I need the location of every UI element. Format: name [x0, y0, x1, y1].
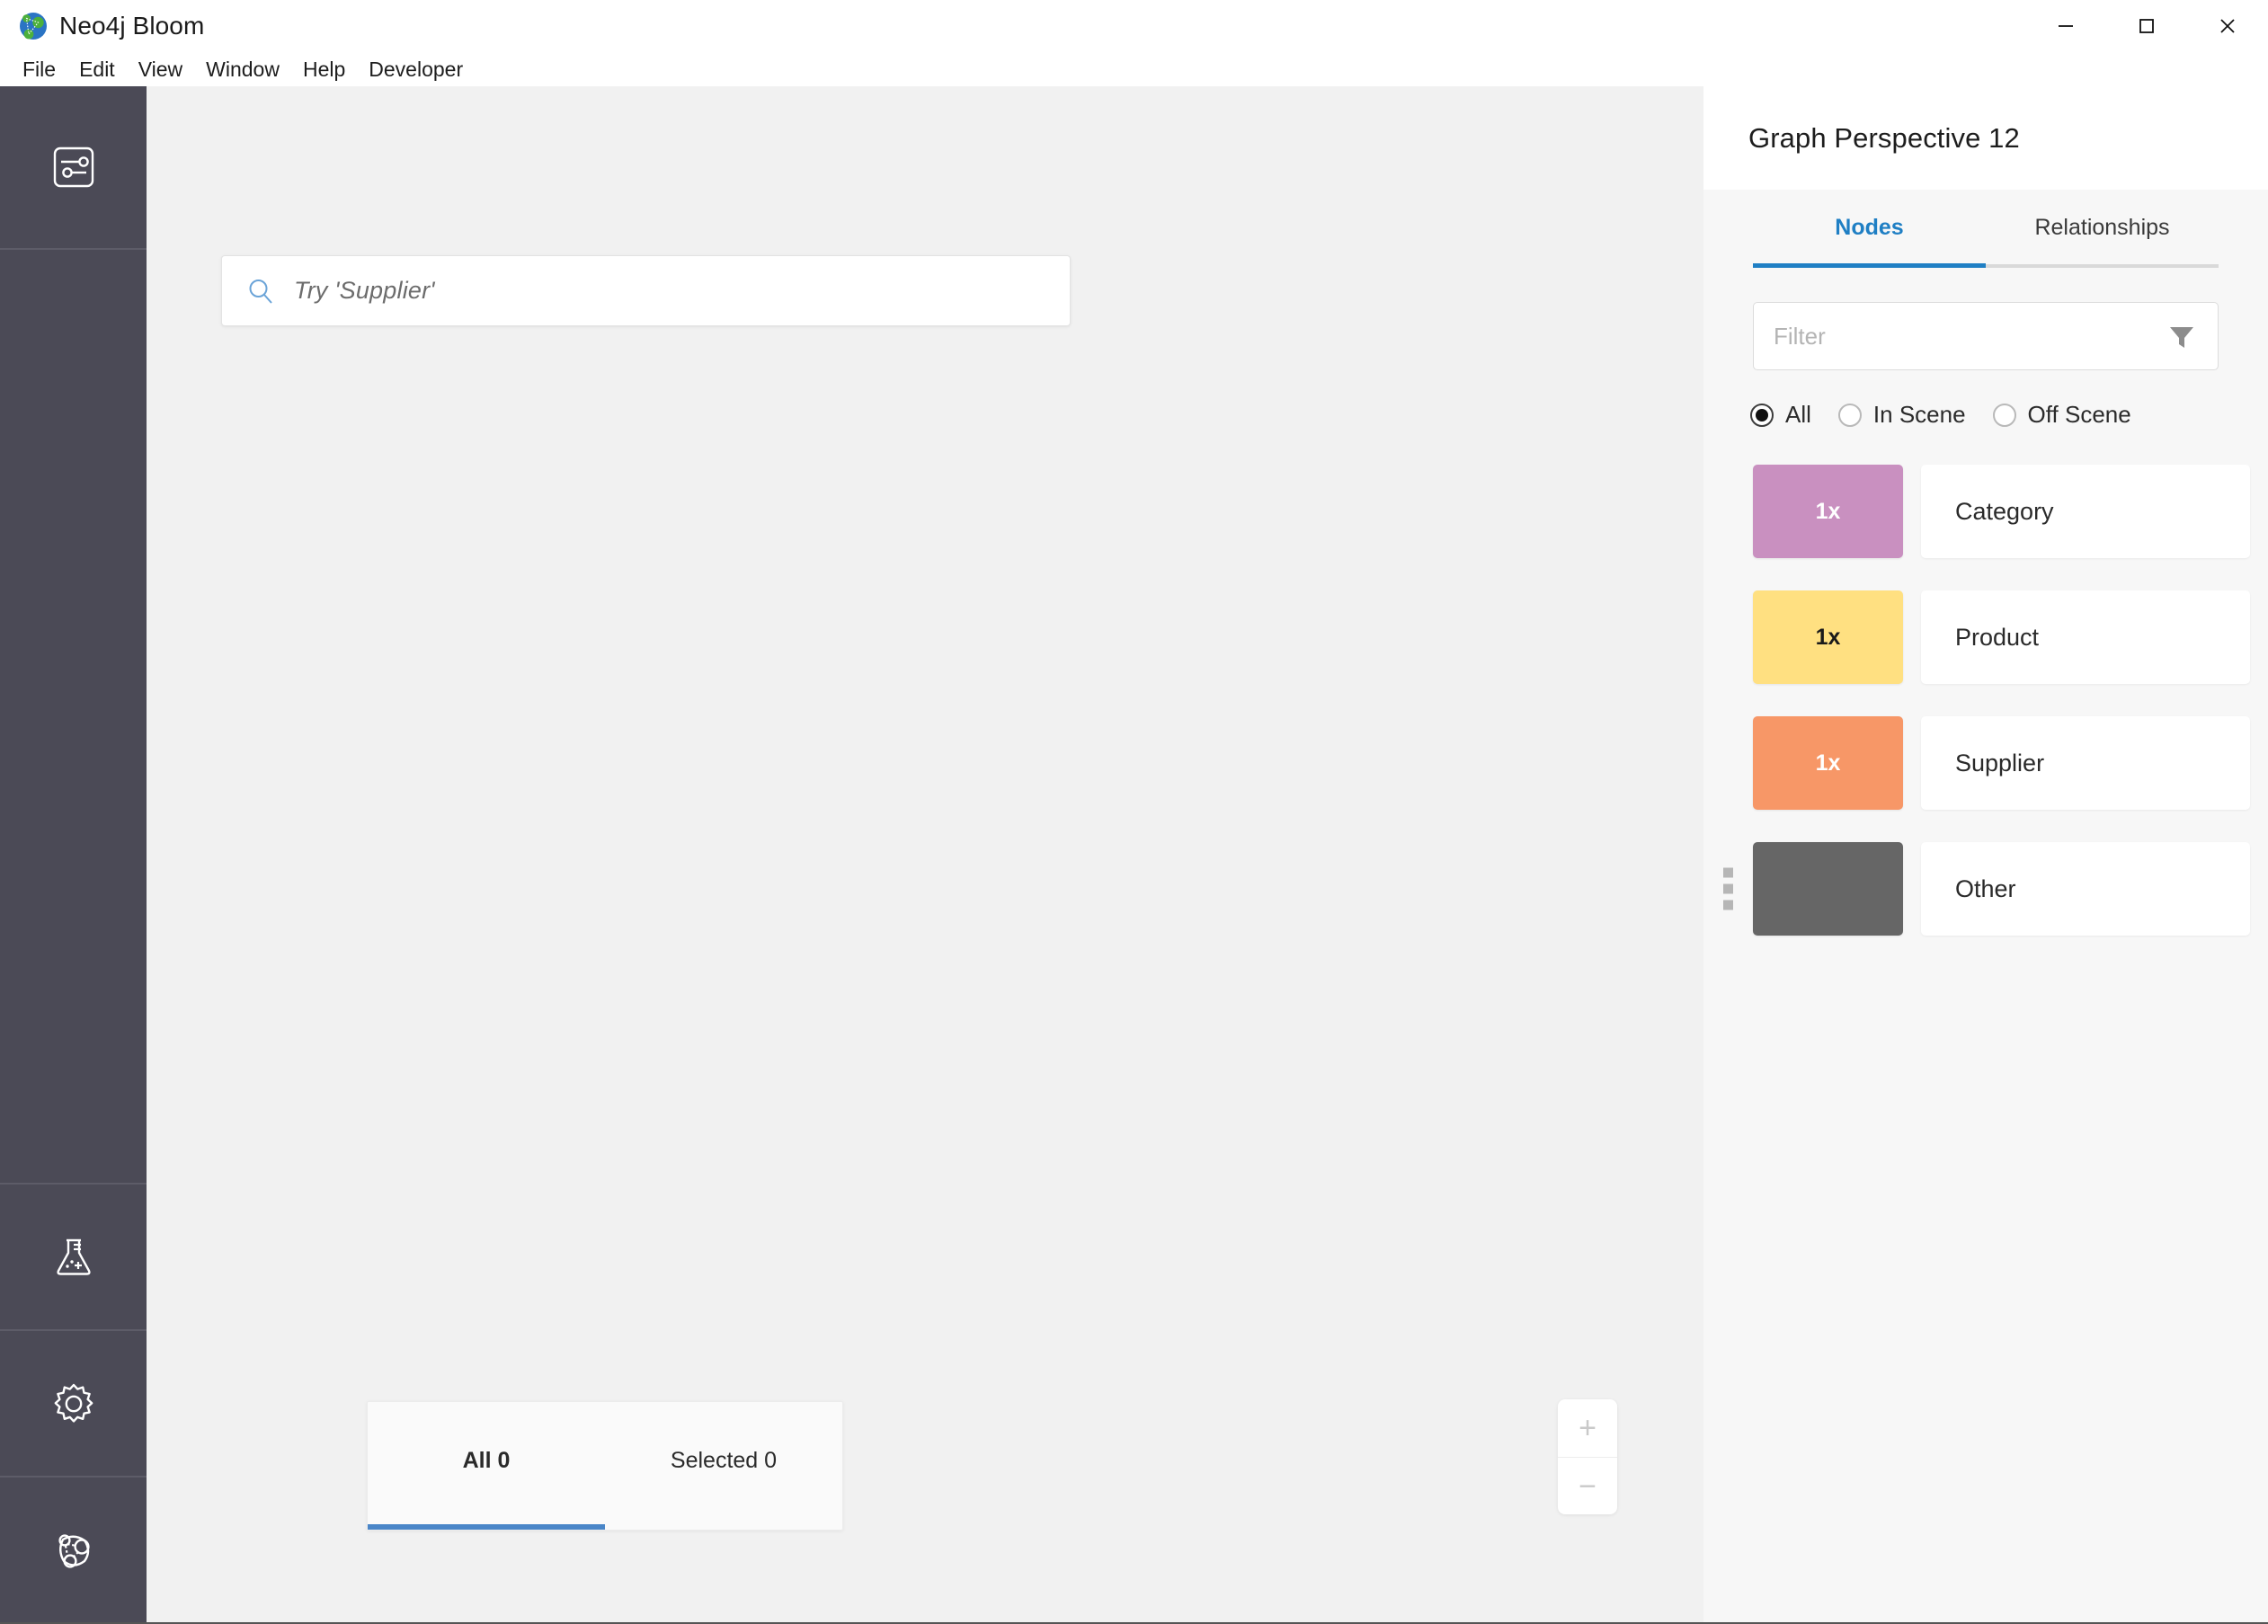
zoom-in-button[interactable]: + — [1558, 1399, 1617, 1457]
scope-radio-group: All In Scene Off Scene — [1750, 401, 2268, 429]
zoom-controls: + − — [1558, 1399, 1617, 1514]
page-title: Graph Perspective 12 — [1748, 121, 2020, 154]
list-item: 1x Product — [1703, 590, 2268, 684]
node-label-other[interactable]: Other — [1921, 842, 2250, 936]
flask-icon — [56, 1238, 91, 1275]
node-color-swatch-product[interactable]: 1x — [1753, 590, 1903, 684]
list-item: 1x Category — [1703, 465, 2268, 558]
minimize-button[interactable] — [2025, 0, 2106, 52]
list-item: 1x Supplier — [1703, 716, 2268, 810]
menu-item-developer[interactable]: Developer — [357, 55, 475, 84]
tab-all[interactable]: All 0 — [368, 1402, 605, 1530]
radio-off-scene-label: Off Scene — [2027, 401, 2131, 428]
tab-nodes[interactable]: Nodes — [1753, 215, 1986, 268]
node-label-category[interactable]: Category — [1921, 465, 2250, 558]
neo4j-logo-icon — [20, 13, 47, 40]
menu-item-view[interactable]: View — [127, 55, 194, 84]
radio-off-scene-dot — [1992, 403, 2016, 427]
maximize-icon — [2139, 19, 2154, 33]
panel-header: Graph Perspective 12 — [1703, 86, 2268, 190]
menu-item-file[interactable]: File — [11, 55, 67, 84]
tab-selected[interactable]: Selected 0 — [605, 1402, 842, 1530]
radio-all[interactable]: All — [1750, 401, 1811, 429]
window-controls — [2025, 0, 2268, 52]
search-bar[interactable]: Try 'Supplier' — [221, 255, 1071, 326]
maximize-button[interactable] — [2106, 0, 2187, 52]
tab-relationships[interactable]: Relationships — [1986, 215, 2219, 268]
filter-input[interactable]: Filter — [1774, 323, 2166, 351]
perspective-panel: Graph Perspective 12 Nodes Relationships… — [1703, 86, 2268, 1622]
radio-in-scene-label: In Scene — [1872, 401, 1966, 428]
sliders-icon — [53, 146, 93, 188]
gear-icon — [54, 1383, 93, 1423]
node-label-product[interactable]: Product — [1921, 590, 2250, 684]
zoom-out-button[interactable]: − — [1558, 1457, 1617, 1514]
minimize-icon — [2059, 25, 2073, 27]
sidebar-item-graph[interactable] — [0, 1476, 147, 1622]
canvas-status-card: All 0 Selected 0 — [367, 1401, 843, 1531]
filter-field[interactable]: Filter — [1753, 302, 2219, 370]
close-button[interactable] — [2187, 0, 2268, 52]
radio-in-scene-dot — [1837, 403, 1862, 427]
node-type-list: 1x Category 1x Product 1x Supplier Other — [1703, 465, 2268, 936]
search-icon — [249, 279, 272, 304]
panel-tabs: Nodes Relationships — [1703, 215, 2268, 268]
drag-dot — [1723, 883, 1733, 894]
app-title: Neo4j Bloom — [59, 12, 205, 40]
title-bar-left: Neo4j Bloom — [0, 11, 204, 41]
sidebar-item-experiments[interactable] — [0, 1183, 147, 1329]
sidebar-item-settings[interactable] — [0, 1329, 147, 1476]
radio-in-scene[interactable]: In Scene — [1837, 401, 1966, 429]
graph-icon — [58, 1533, 90, 1568]
node-color-swatch-supplier[interactable]: 1x — [1753, 716, 1903, 810]
drag-dot — [1723, 900, 1733, 910]
sidebar-item-perspective[interactable] — [0, 86, 147, 250]
radio-off-scene[interactable]: Off Scene — [1992, 401, 2131, 429]
left-sidebar — [0, 86, 147, 1622]
graph-canvas[interactable]: Try 'Supplier' All 0 Selected 0 + − — [147, 86, 1703, 1622]
funnel-icon[interactable] — [2166, 320, 2198, 352]
radio-all-label: All — [1785, 401, 1811, 428]
menu-item-help[interactable]: Help — [291, 55, 357, 84]
drag-handle-icon[interactable] — [1723, 867, 1733, 910]
node-color-swatch-category[interactable]: 1x — [1753, 465, 1903, 558]
list-item: Other — [1703, 842, 2268, 936]
title-bar: Neo4j Bloom — [0, 0, 2268, 52]
menu-item-edit[interactable]: Edit — [67, 55, 127, 84]
app-window: Neo4j Bloom File Edit View Window Help D… — [0, 0, 2268, 1624]
drag-dot — [1723, 867, 1733, 878]
menu-bar: File Edit View Window Help Developer — [0, 52, 2268, 86]
search-input[interactable]: Try 'Supplier' — [294, 277, 435, 305]
close-icon — [2220, 19, 2235, 33]
node-label-supplier[interactable]: Supplier — [1921, 716, 2250, 810]
radio-all-dot — [1750, 403, 1774, 427]
node-color-swatch-other[interactable] — [1753, 842, 1903, 936]
menu-item-window[interactable]: Window — [194, 55, 291, 84]
